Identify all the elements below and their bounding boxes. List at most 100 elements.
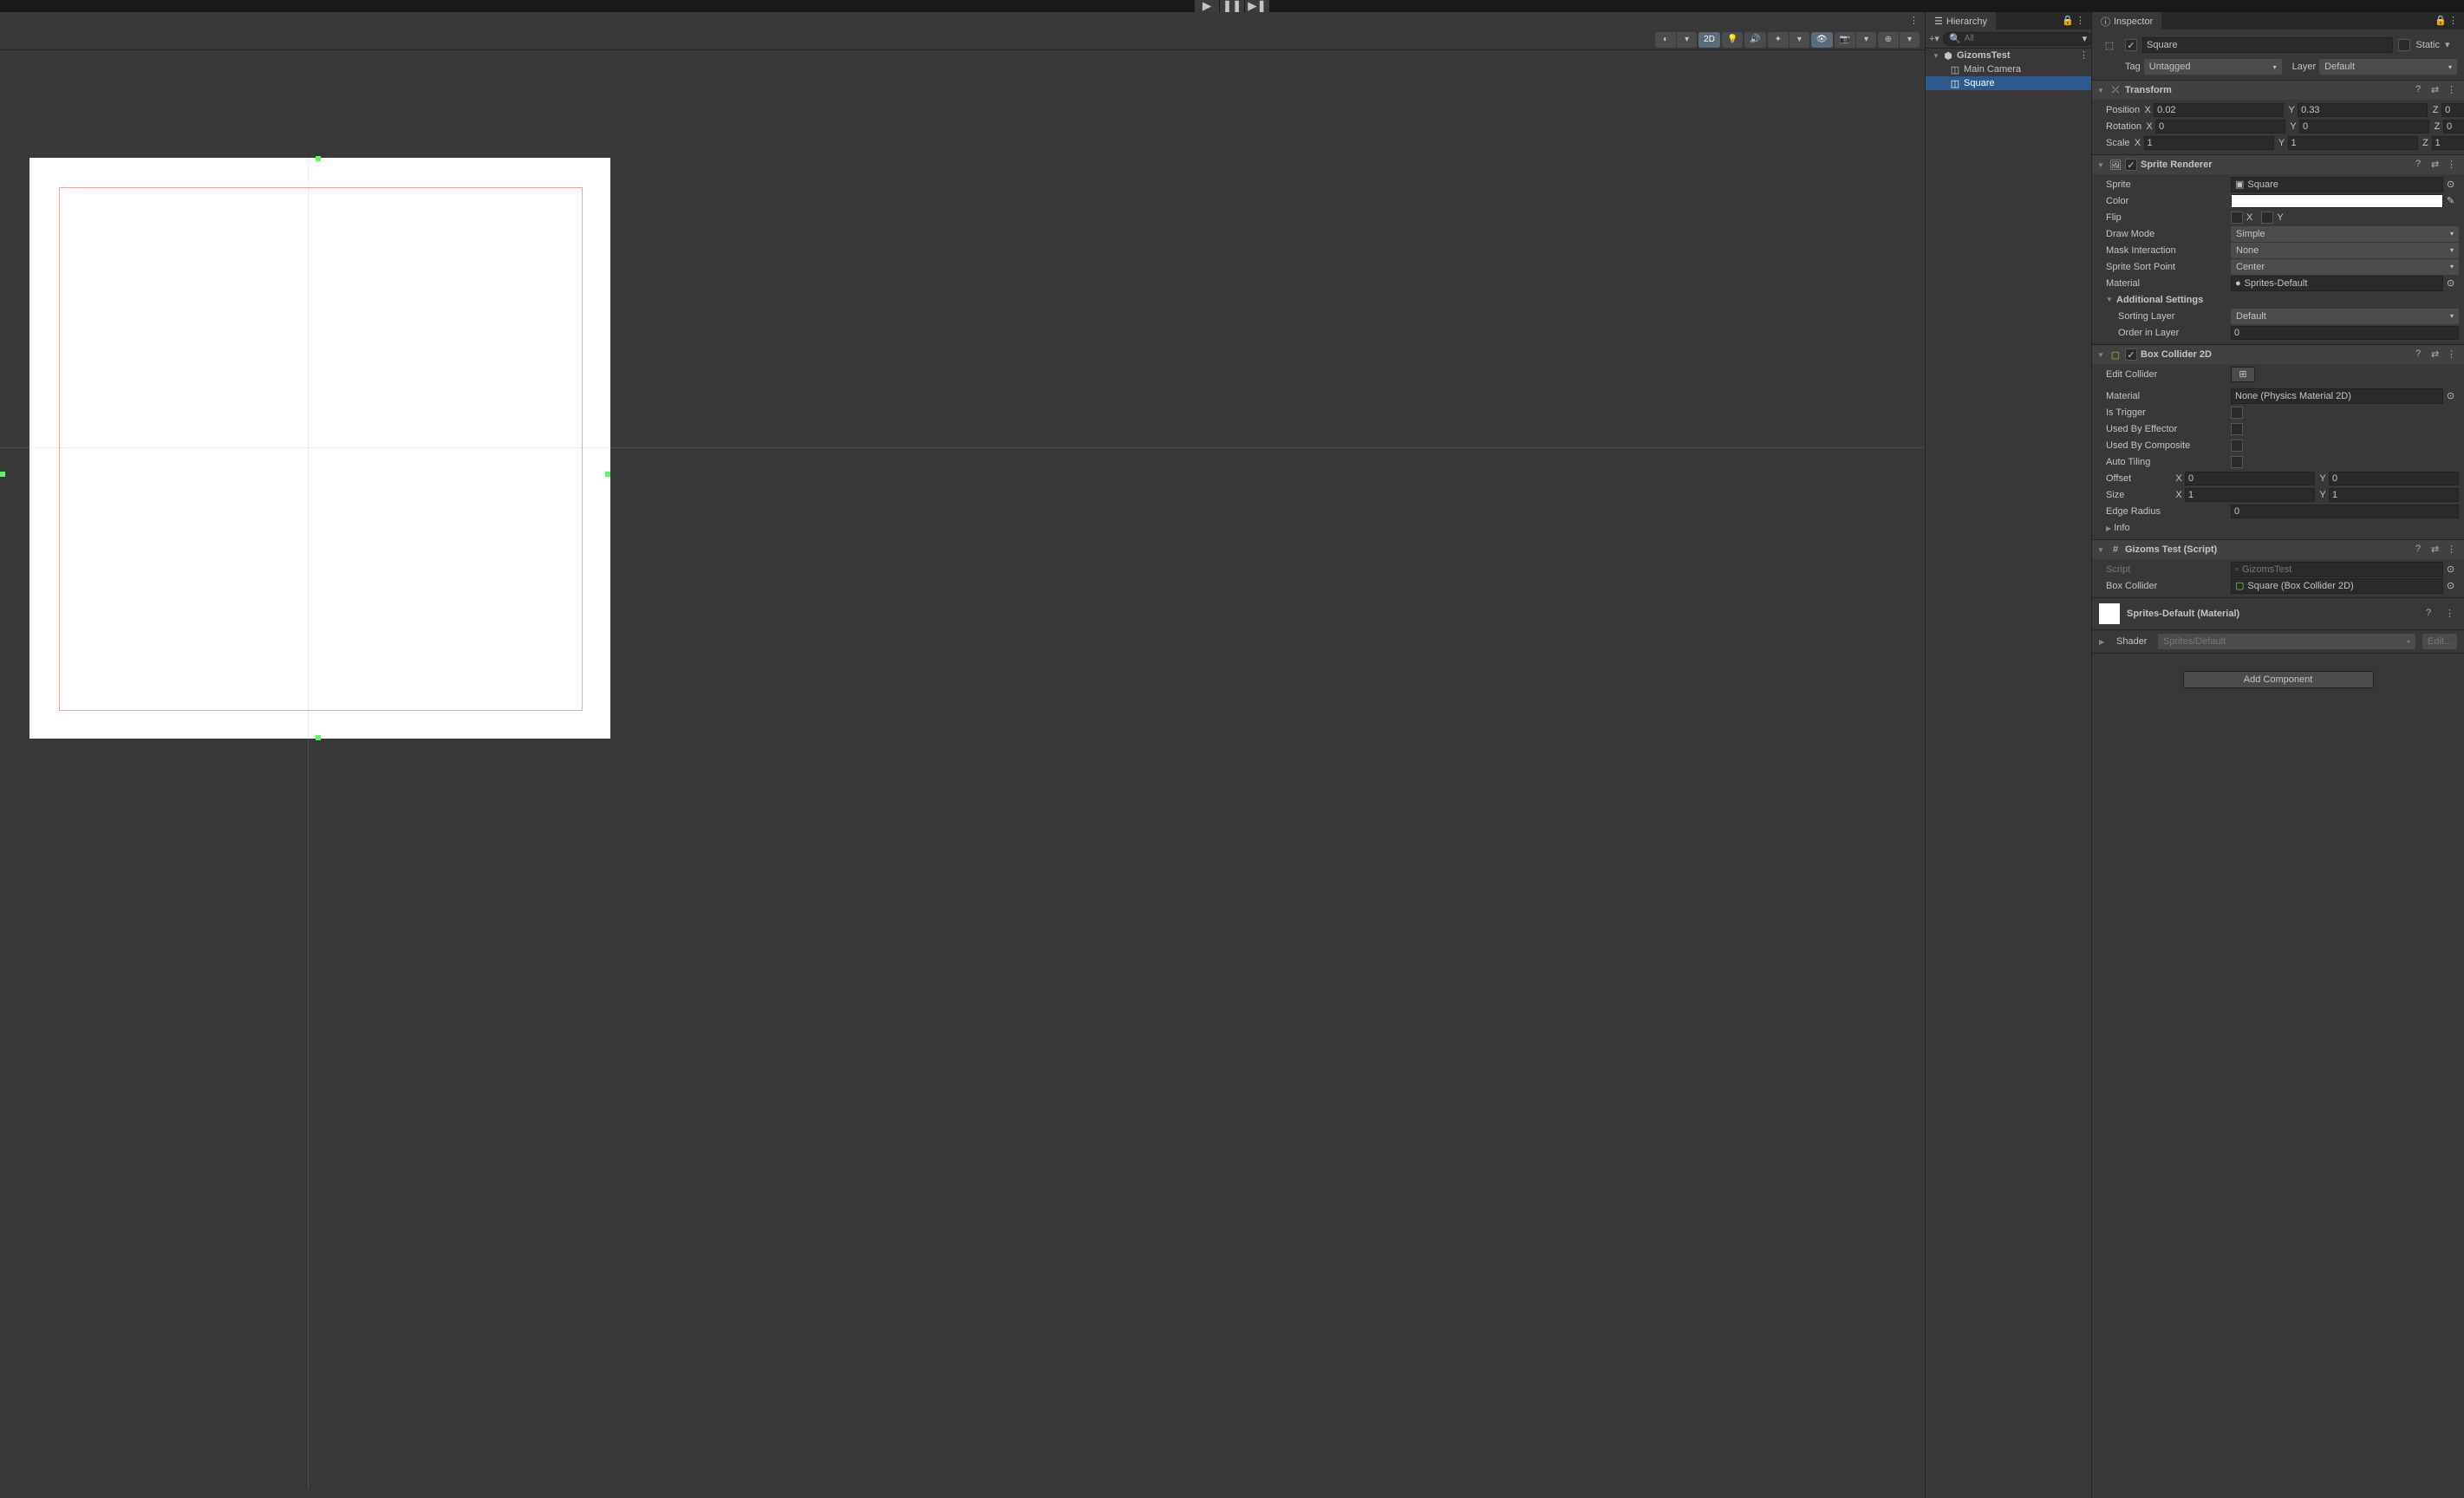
size-x-input[interactable] [2185, 488, 2315, 502]
preset-icon[interactable]: ⇄ [2431, 348, 2443, 361]
scene-menu-icon[interactable]: ⋮ [1909, 15, 1921, 27]
menu-icon[interactable]: ⋮ [2447, 544, 2459, 556]
foldout-icon[interactable]: ▼ [1933, 52, 1939, 60]
gizmo-handle[interactable] [605, 472, 610, 477]
shading-mode-button[interactable]: ◐ [1655, 32, 1676, 48]
rotation-z-input[interactable] [2443, 120, 2464, 134]
step-button[interactable]: ▶❚ [1245, 0, 1269, 12]
hierarchy-tab[interactable]: ☰ Hierarchy [1926, 12, 1996, 29]
order-in-layer-input[interactable] [2231, 326, 2459, 340]
draw-mode-dropdown[interactable]: Simple▾ [2231, 226, 2459, 242]
collider-gizmo-outline[interactable] [59, 187, 583, 711]
help-icon[interactable]: ? [2415, 348, 2428, 361]
visibility-toggle[interactable]: 👁 [1811, 32, 1833, 48]
fx-dropdown[interactable]: ▾ [1789, 32, 1809, 48]
hierarchy-item-camera[interactable]: ◫ Main Camera [1926, 62, 2091, 76]
shader-edit-button[interactable]: Edit... [2422, 634, 2457, 649]
active-checkbox[interactable]: ✓ [2125, 39, 2137, 51]
position-x-input[interactable] [2154, 103, 2284, 117]
gizmos-dropdown[interactable]: ▾ [1899, 32, 1920, 48]
sprite-field[interactable]: ▣Square [2231, 177, 2443, 192]
component-enabled-checkbox[interactable]: ✓ [2125, 348, 2137, 361]
gizmo-handle[interactable] [316, 156, 321, 161]
help-icon[interactable]: ? [2426, 608, 2438, 620]
lock-icon[interactable]: 🔒 [2435, 15, 2447, 27]
lighting-toggle[interactable]: 💡 [1722, 32, 1743, 48]
color-field[interactable] [2231, 194, 2443, 208]
sorting-layer-dropdown[interactable]: Default▾ [2231, 309, 2459, 324]
script-header[interactable]: ▼ # Gizoms Test (Script) ? ⇄ ⋮ [2092, 540, 2464, 559]
hierarchy-item-square[interactable]: ◫ Square [1926, 76, 2091, 90]
scale-z-input[interactable] [2432, 136, 2464, 150]
material-foldout[interactable]: ▶ [2099, 638, 2109, 646]
preset-icon[interactable]: ⇄ [2431, 544, 2443, 556]
menu-icon[interactable]: ⋮ [2447, 348, 2459, 361]
shading-dropdown[interactable]: ▾ [1676, 32, 1697, 48]
toggle-2d-button[interactable]: 2D [1698, 32, 1720, 48]
edge-radius-input[interactable] [2231, 505, 2459, 518]
add-object-button[interactable]: +▾ [1929, 33, 1939, 45]
help-icon[interactable]: ? [2415, 159, 2428, 171]
eyedropper-icon[interactable]: ✎ [2447, 195, 2459, 207]
object-picker-icon[interactable]: ⊙ [2447, 390, 2459, 402]
additional-settings-foldout[interactable]: ▼Additional Settings [2097, 295, 2203, 305]
preset-icon[interactable]: ⇄ [2431, 159, 2443, 171]
menu-icon[interactable]: ⋮ [2445, 608, 2457, 620]
fx-toggle[interactable]: ✦ [1768, 32, 1789, 48]
is-trigger-checkbox[interactable] [2231, 407, 2243, 419]
play-button[interactable]: ▶ [1195, 0, 1219, 12]
hierarchy-search-input[interactable] [1965, 34, 2079, 43]
gizmo-handle[interactable] [316, 735, 321, 740]
offset-x-input[interactable] [2185, 472, 2315, 485]
hierarchy-search[interactable]: 🔍 ▾ [1943, 32, 2093, 46]
object-picker-icon[interactable]: ⊙ [2447, 580, 2459, 592]
size-y-input[interactable] [2329, 488, 2459, 502]
material-field[interactable]: ●Sprites-Default [2231, 276, 2443, 291]
component-enabled-checkbox[interactable]: ✓ [2125, 159, 2137, 171]
tag-dropdown[interactable]: Untagged▾ [2144, 59, 2282, 75]
position-z-input[interactable] [2441, 103, 2464, 117]
scale-y-input[interactable] [2288, 136, 2418, 150]
gizmos-toggle[interactable]: ⊕ [1878, 32, 1899, 48]
flip-y-checkbox[interactable] [2261, 212, 2273, 224]
box-collider-ref-field[interactable]: ▢Square (Box Collider 2D) [2231, 578, 2443, 594]
offset-y-input[interactable] [2329, 472, 2459, 485]
layer-dropdown[interactable]: Default▾ [2319, 59, 2457, 75]
shader-dropdown[interactable]: Sprites/Default▾ [2158, 634, 2415, 649]
help-icon[interactable]: ? [2415, 544, 2428, 556]
scene-view[interactable] [0, 50, 1925, 1498]
camera-dropdown[interactable]: ▾ [1855, 32, 1876, 48]
help-icon[interactable]: ? [2415, 84, 2428, 96]
position-y-input[interactable] [2298, 103, 2428, 117]
collider-material-field[interactable]: None (Physics Material 2D) [2231, 388, 2443, 404]
material-header[interactable]: Sprites-Default (Material) ? ⋮ [2092, 598, 2464, 630]
static-dropdown-icon[interactable]: ▾ [2445, 39, 2457, 51]
panel-menu-icon[interactable]: ⋮ [2448, 15, 2461, 27]
menu-icon[interactable]: ⋮ [2447, 84, 2459, 96]
transform-header[interactable]: ▼ ⤫ Transform ? ⇄ ⋮ [2092, 81, 2464, 100]
audio-toggle[interactable]: 🔊 [1744, 32, 1765, 48]
flip-x-checkbox[interactable] [2231, 212, 2243, 224]
inspector-tab[interactable]: ⓘ Inspector [2092, 12, 2161, 29]
edit-collider-button[interactable]: ⊞ [2231, 367, 2255, 382]
panel-menu-icon[interactable]: ⋮ [2076, 15, 2088, 27]
preset-icon[interactable]: ⇄ [2431, 84, 2443, 96]
info-foldout[interactable]: ▶ Info [2097, 523, 2227, 533]
box-collider-header[interactable]: ▼ ▢ ✓ Box Collider 2D ? ⇄ ⋮ [2092, 345, 2464, 364]
rotation-y-input[interactable] [2299, 120, 2429, 134]
gameobject-cube-icon[interactable]: ⬚ [2099, 35, 2120, 55]
menu-icon[interactable]: ⋮ [2447, 159, 2459, 171]
scale-x-input[interactable] [2144, 136, 2274, 150]
camera-toggle[interactable]: 📷 [1835, 32, 1855, 48]
rotation-x-input[interactable] [2155, 120, 2285, 134]
add-component-button[interactable]: Add Component [2183, 671, 2374, 688]
object-picker-icon[interactable]: ⊙ [2447, 179, 2459, 191]
used-by-effector-checkbox[interactable] [2231, 423, 2243, 435]
pause-button[interactable]: ❚❚ [1220, 0, 1244, 12]
object-picker-icon[interactable]: ⊙ [2447, 563, 2459, 576]
used-by-composite-checkbox[interactable] [2231, 440, 2243, 452]
scene-menu-icon[interactable]: ⋮ [2079, 49, 2091, 62]
object-picker-icon[interactable]: ⊙ [2447, 277, 2459, 290]
sprite-sort-point-dropdown[interactable]: Center▾ [2231, 259, 2459, 275]
search-dropdown-icon[interactable]: ▾ [2083, 33, 2088, 44]
